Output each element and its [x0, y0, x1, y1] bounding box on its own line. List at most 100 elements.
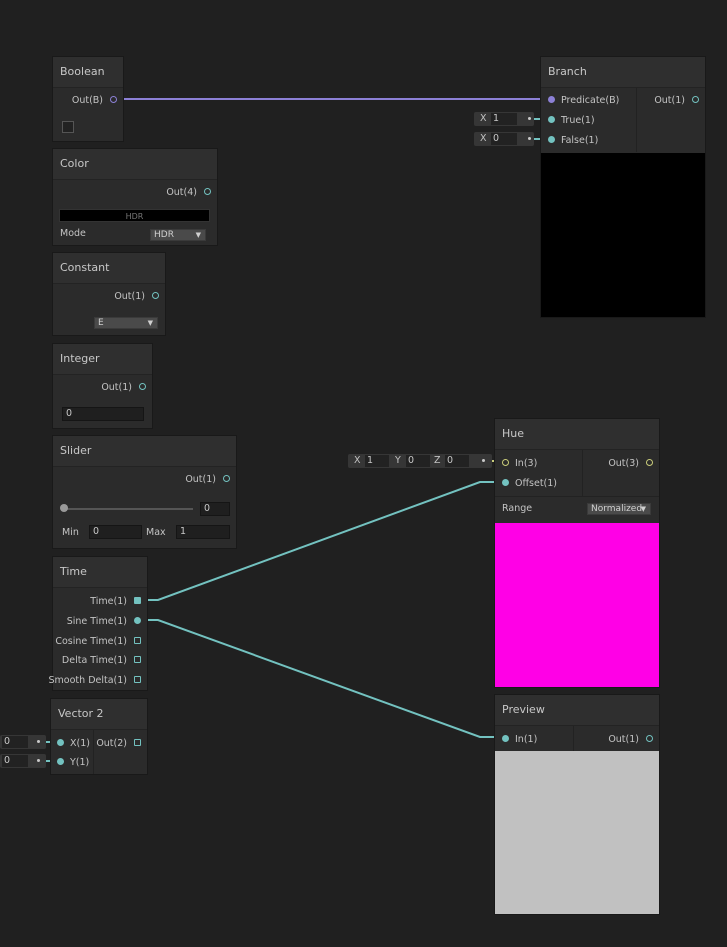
slider-handle[interactable] [60, 504, 68, 512]
output-label: Smooth Delta(1) [48, 675, 127, 686]
out-port[interactable] [204, 188, 211, 195]
output-port[interactable] [134, 617, 141, 624]
time-node[interactable]: Time Time(1) Sine Time(1) Cosine Time(1)… [49, 557, 147, 690]
connector-dot [528, 137, 531, 140]
false-port[interactable] [548, 136, 555, 143]
port-divider [573, 726, 574, 751]
max-label: Max [146, 527, 166, 538]
range-dropdown[interactable]: Normalized ▼ [587, 503, 651, 515]
x-label: X [354, 455, 361, 466]
z-field[interactable]: 0 [445, 455, 469, 467]
vector2-y-inline[interactable]: 0 [0, 754, 46, 768]
slider-node[interactable]: Slider Out(1) 0 Min 0 Max 1 [53, 436, 236, 548]
constant-value: E [98, 318, 104, 328]
x-label: X(1) [70, 738, 90, 749]
preview-swatch [495, 751, 659, 914]
boolean-checkbox[interactable] [62, 121, 74, 133]
y-field[interactable]: 0 [2, 755, 28, 767]
controls-separator [495, 496, 659, 497]
node-title: Branch [541, 57, 705, 88]
output-port[interactable] [134, 676, 141, 683]
false-label: False(1) [561, 135, 599, 146]
in-port[interactable] [502, 459, 509, 466]
vector2-x-inline[interactable]: 0 [0, 735, 46, 749]
in-port[interactable] [502, 735, 509, 742]
out-port-label: Out(B) [71, 95, 103, 106]
node-title: Integer [53, 344, 152, 375]
branch-node[interactable]: Branch Predicate(B) True(1) False(1) Out… [541, 57, 705, 317]
connector-dot [37, 759, 40, 762]
mode-dropdown[interactable]: HDR ▼ [150, 229, 206, 241]
y-label: Y(1) [70, 757, 90, 768]
connector-dot [528, 117, 531, 120]
constant-dropdown[interactable]: E ▼ [94, 317, 158, 329]
hue-in-inline[interactable]: X 1 Y 0 Z 0 [348, 454, 492, 468]
integer-field[interactable]: 0 [62, 407, 144, 421]
mode-value: HDR [154, 230, 174, 240]
predicate-port[interactable] [548, 96, 555, 103]
integer-node[interactable]: Integer Out(1) 0 [53, 344, 152, 428]
node-title: Vector 2 [51, 699, 147, 730]
x-field[interactable]: 1 [491, 113, 517, 125]
predicate-label: Predicate(B) [561, 95, 620, 106]
z-label: Z [434, 455, 441, 466]
out-port[interactable] [646, 459, 653, 466]
node-title: Boolean [53, 57, 123, 88]
vector2-node[interactable]: Vector 2 X(1) Y(1) Out(2) [51, 699, 147, 774]
node-title: Slider [53, 436, 236, 467]
out-port[interactable] [692, 96, 699, 103]
true-port[interactable] [548, 116, 555, 123]
wire-sine-to-preview[interactable] [142, 619, 503, 738]
preview-node[interactable]: Preview In(1) Out(1) [495, 695, 659, 914]
range-label: Range [502, 503, 533, 514]
out-port[interactable] [646, 735, 653, 742]
x-port[interactable] [57, 739, 64, 746]
boolean-node[interactable]: Boolean Out(B) [53, 57, 123, 141]
x-field[interactable]: 1 [365, 455, 389, 467]
out-label: Out(4) [166, 187, 197, 198]
x-label: X [480, 113, 487, 124]
out-label: Out(1) [185, 474, 216, 485]
color-swatch[interactable]: HDR [59, 209, 210, 222]
branch-preview [541, 153, 705, 317]
slider-track[interactable] [63, 508, 193, 510]
chevron-down-icon: ▼ [195, 231, 201, 239]
out-label: Out(3) [608, 458, 639, 469]
x-label: X [480, 133, 487, 144]
output-label: Cosine Time(1) [55, 636, 127, 647]
min-field[interactable]: 0 [89, 525, 142, 539]
node-title: Time [53, 557, 147, 588]
out-port[interactable] [134, 739, 141, 746]
out-port[interactable] [152, 292, 159, 299]
out-label: Out(1) [608, 734, 639, 745]
y-field[interactable]: 0 [406, 455, 430, 467]
out-port[interactable] [110, 96, 117, 103]
in-label: In(3) [515, 458, 538, 469]
out-port[interactable] [223, 475, 230, 482]
node-title: Preview [495, 695, 659, 726]
branch-false-inline[interactable]: X 0 [474, 132, 534, 146]
connector-dot [37, 740, 40, 743]
branch-true-inline[interactable]: X 1 [474, 112, 534, 126]
hue-node[interactable]: Hue In(3) Offset(1) Out(3) Range Normali… [495, 419, 659, 687]
offset-port[interactable] [502, 479, 509, 486]
node-title: Color [53, 149, 217, 180]
out-label: Out(1) [654, 95, 685, 106]
constant-node[interactable]: Constant Out(1) E ▼ [53, 253, 165, 335]
output-port[interactable] [134, 597, 141, 604]
y-port[interactable] [57, 758, 64, 765]
x-field[interactable]: 0 [2, 736, 28, 748]
x-field[interactable]: 0 [491, 133, 517, 145]
output-label: Sine Time(1) [66, 616, 127, 627]
out-port[interactable] [139, 383, 146, 390]
output-label: Time(1) [90, 596, 127, 607]
node-title: Hue [495, 419, 659, 450]
node-title: Constant [53, 253, 165, 284]
max-field[interactable]: 1 [176, 525, 230, 539]
output-port[interactable] [134, 637, 141, 644]
in-label: In(1) [515, 734, 538, 745]
out-label: Out(2) [96, 738, 127, 749]
slider-value-field[interactable]: 0 [200, 502, 230, 516]
color-node[interactable]: Color Out(4) HDR Mode HDR ▼ [53, 149, 217, 245]
output-port[interactable] [134, 656, 141, 663]
